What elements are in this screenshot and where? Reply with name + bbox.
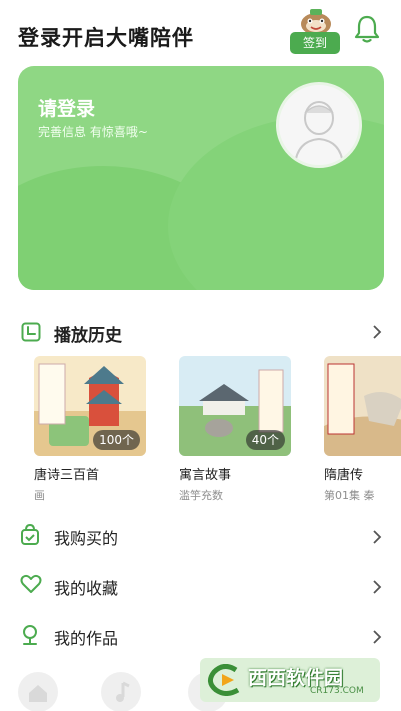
tab-music[interactable] — [101, 672, 141, 711]
menu-item-purchased[interactable]: 我购买的 — [18, 520, 384, 552]
signin-label: 签到 — [290, 32, 340, 54]
history-item-title: 唐诗三百首 — [34, 468, 100, 483]
history-item-title: 寓言故事 — [179, 468, 232, 483]
home-icon — [29, 685, 47, 702]
history-item-subtitle: 画 — [34, 489, 45, 502]
login-title: 请登录 — [38, 98, 96, 120]
history-item-subtitle: 第01集 秦 — [324, 489, 375, 502]
history-section-header[interactable]: 播放历史 — [18, 318, 384, 346]
login-card[interactable]: 请登录 完善信息 有惊喜哦~ — [18, 66, 384, 290]
episode-count-badge: 100个 — [93, 430, 140, 450]
avatar[interactable] — [276, 82, 362, 168]
menu-item-works[interactable]: 我的作品 — [18, 620, 384, 652]
history-item[interactable]: 隋唐传 第01集 秦 — [324, 356, 401, 503]
default-avatar-icon — [294, 101, 344, 165]
history-item-title: 隋唐传 — [324, 468, 364, 483]
signin-button[interactable]: 签到 — [290, 8, 342, 54]
watermark-url: CR173.COM — [310, 686, 364, 696]
heart-icon — [20, 574, 42, 593]
cover-image: 40个 — [179, 356, 291, 456]
menu-item-favorites[interactable]: 我的收藏 — [18, 570, 384, 602]
bell-icon[interactable] — [353, 14, 381, 44]
menu-item-label: 我的收藏 — [54, 579, 119, 598]
login-subtitle: 完善信息 有惊喜哦~ — [38, 125, 148, 139]
header: 登录开启大嘴陪伴 签到 — [0, 0, 401, 62]
watermark-logo-icon — [208, 664, 240, 696]
page-title: 登录开启大嘴陪伴 — [18, 26, 194, 50]
episode-count-badge: 40个 — [245, 430, 285, 450]
history-section-title: 播放历史 — [54, 326, 122, 346]
history-item[interactable]: 100个 唐诗三百首 画 — [34, 356, 146, 503]
chevron-right-icon — [373, 530, 382, 544]
music-note-icon — [116, 681, 130, 702]
shopping-bag-icon — [21, 524, 39, 545]
tab-home[interactable] — [18, 672, 58, 711]
cover-image: 100个 — [34, 356, 146, 456]
menu-item-label: 我购买的 — [54, 529, 119, 548]
history-list: 100个 唐诗三百首 画 40个 寓言故事 滥竽充数 隋唐传 第01集 秦 — [34, 356, 401, 506]
watermark: 西西软件园 CR173.COM — [200, 658, 380, 702]
history-item[interactable]: 40个 寓言故事 滥竽充数 — [179, 356, 291, 503]
history-item-subtitle: 滥竽充数 — [179, 489, 223, 502]
history-icon — [21, 322, 41, 342]
chevron-right-icon — [373, 630, 382, 644]
chevron-right-icon — [373, 580, 382, 594]
chevron-right-icon — [373, 325, 382, 339]
location-pin-icon — [23, 625, 37, 645]
cover-image — [324, 356, 401, 456]
menu-item-label: 我的作品 — [54, 629, 119, 648]
